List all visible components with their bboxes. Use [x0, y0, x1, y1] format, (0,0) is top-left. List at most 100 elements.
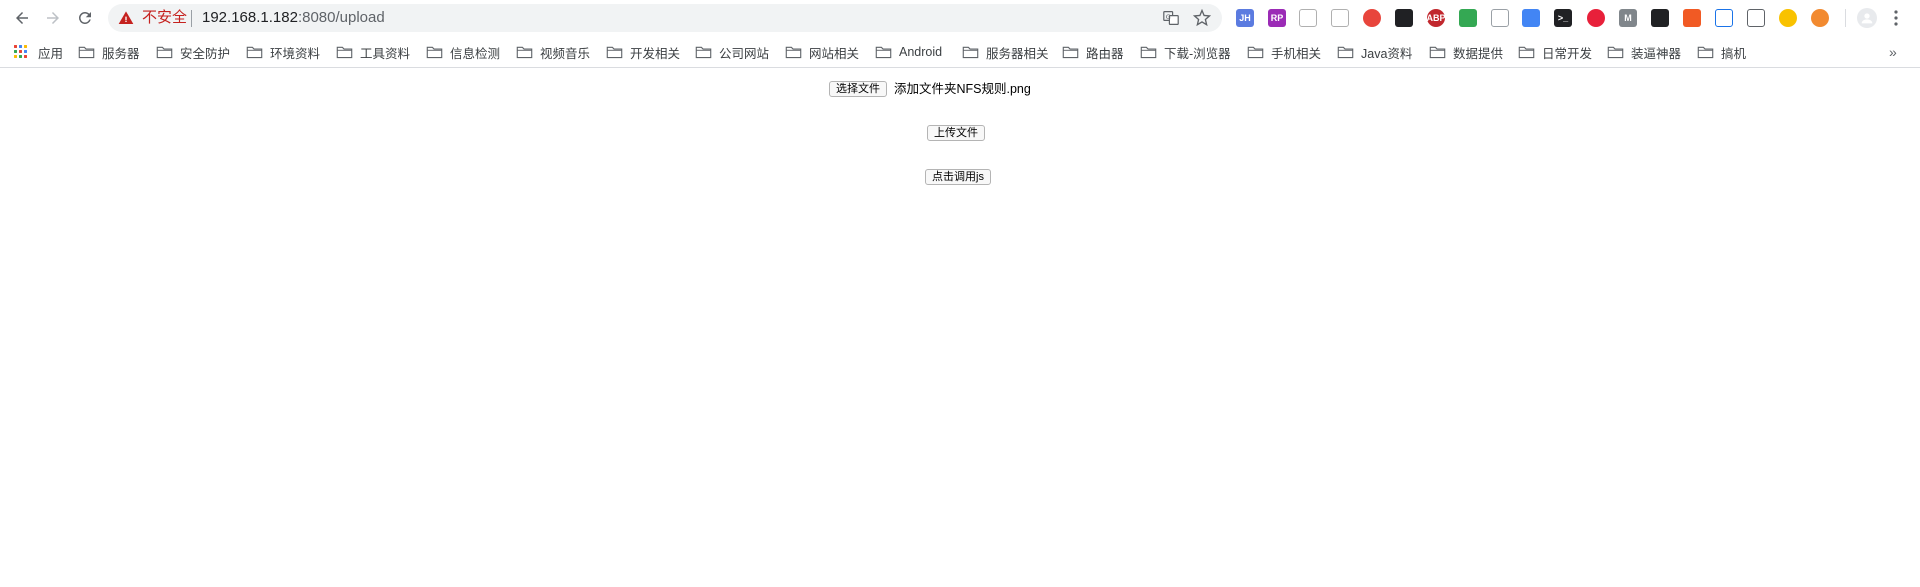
apps-grid-icon	[14, 45, 28, 59]
folder-icon	[1337, 46, 1354, 59]
bookmark-folder-label: 手机相关	[1271, 46, 1322, 61]
bookmark-folder-label: 工具资料	[360, 46, 411, 61]
browser-toolbar: 不安全 192.168.1.182:8080/upload G JH RP ABP >…	[0, 0, 1920, 36]
bookmark-folder-label: 服务器	[102, 46, 140, 61]
forward-arrow-icon	[47, 12, 59, 24]
forward-button[interactable]	[39, 4, 67, 32]
reload-button[interactable]	[71, 4, 99, 32]
folder-icon	[1140, 46, 1157, 59]
bookmark-folder[interactable]: 安全防护	[156, 43, 230, 61]
translate-icon[interactable]: G	[1162, 9, 1180, 27]
bookmark-folder[interactable]: 装逼神器	[1607, 43, 1681, 61]
ghost-extension-icon[interactable]	[1395, 9, 1413, 27]
folder-icon	[1697, 46, 1714, 59]
jh-extension-icon[interactable]: JH	[1236, 9, 1254, 27]
fox-extension-icon[interactable]	[1491, 9, 1509, 27]
bookmark-folder-label: 服务器相关	[986, 46, 1049, 61]
folder-icon	[695, 46, 712, 59]
wave-extension-icon[interactable]	[1715, 9, 1733, 27]
bookmark-folder-label: Android	[899, 45, 943, 59]
adblock-plus-extension-icon[interactable]: ABP	[1427, 9, 1446, 27]
bookmark-folder[interactable]: Android	[875, 43, 942, 61]
bookmark-folder-label: 数据提供	[1453, 46, 1504, 61]
bookmark-folder-label: 搞机	[1721, 46, 1747, 61]
bookmark-star-icon[interactable]	[1193, 9, 1211, 27]
menu-kebab-icon[interactable]	[1887, 9, 1905, 27]
page-content: 选择文件 添加文件夹NFS规则.png 上传文件 点击调用js	[0, 69, 1920, 587]
bookmark-folder-label: 日常开发	[1542, 46, 1593, 61]
yellow-circle-extension-icon[interactable]	[1779, 9, 1797, 27]
toolbar-divider	[1845, 9, 1846, 27]
bookmark-folder[interactable]: 服务器	[78, 43, 140, 61]
bookmark-apps[interactable]: 应用	[14, 43, 63, 61]
eraser-extension-icon[interactable]	[1747, 9, 1765, 27]
folder-icon	[1247, 46, 1264, 59]
bookmark-folder[interactable]: 手机相关	[1247, 43, 1321, 61]
bookmark-folder[interactable]: 服务器相关	[962, 43, 1049, 61]
square-extension-icon[interactable]	[1651, 9, 1669, 27]
bookmark-folder-label: 下载-浏览器	[1164, 46, 1231, 61]
bookmark-folder-label: 环境资料	[270, 46, 321, 61]
jetbrains-extension-icon[interactable]: RP	[1268, 9, 1286, 27]
folder-icon	[516, 46, 533, 59]
frame-extension-icon[interactable]	[1331, 9, 1349, 27]
bookmark-folder-label: 公司网站	[719, 46, 770, 61]
folder-icon	[336, 46, 353, 59]
url-text[interactable]: 192.168.1.182:8080/upload	[202, 10, 385, 26]
folder-icon	[156, 46, 173, 59]
folder-icon	[1429, 46, 1446, 59]
orange-x-extension-icon[interactable]	[1811, 9, 1829, 27]
bookmarks-bar: 应用 服务器 安全防护 环境资料 工具资料 信息检测 视频音乐 开发相关 公司网站 网站相关 An…	[0, 36, 1920, 68]
bookmark-folder[interactable]: 开发相关	[606, 43, 680, 61]
bookmark-folder[interactable]: 搞机	[1697, 43, 1746, 61]
url-path: :8080/upload	[297, 9, 385, 26]
folder-icon	[875, 46, 892, 59]
bookmark-folder[interactable]: Java资料	[1337, 43, 1412, 61]
bookmark-folder-label: Java资料	[1361, 46, 1413, 61]
bookmark-folder[interactable]: 公司网站	[695, 43, 769, 61]
bookmark-folder[interactable]: 下载-浏览器	[1140, 43, 1231, 61]
terminal-extension-icon[interactable]: >_	[1554, 9, 1572, 27]
folder-icon	[1607, 46, 1624, 59]
selected-file-name: 添加文件夹NFS规则.png	[894, 82, 1031, 96]
not-secure-label[interactable]: 不安全	[142, 10, 187, 26]
call-js-button[interactable]: 点击调用js	[925, 169, 991, 185]
reload-icon	[78, 11, 91, 24]
bookmark-folder-label: 信息检测	[450, 46, 501, 61]
upload-file-button[interactable]: 上传文件	[927, 125, 985, 141]
shield-extension-icon[interactable]	[1459, 9, 1477, 27]
profile-avatar[interactable]	[1857, 8, 1877, 28]
back-button[interactable]	[8, 4, 36, 32]
bookmark-folder-label: 装逼神器	[1631, 46, 1682, 61]
youtube-extension-icon[interactable]	[1587, 9, 1605, 27]
warning-icon[interactable]	[118, 10, 134, 26]
bookmark-folder-label: 网站相关	[809, 46, 860, 61]
svg-text:G: G	[1166, 13, 1171, 21]
bookmark-folder[interactable]: 日常开发	[1518, 43, 1592, 61]
folder-icon	[426, 46, 443, 59]
bookmark-folder[interactable]: 信息检测	[426, 43, 500, 61]
red-circle-extension-icon[interactable]	[1363, 9, 1381, 27]
bookmark-folder[interactable]: 工具资料	[336, 43, 410, 61]
bookmark-folder-label: 开发相关	[630, 46, 681, 61]
sitemap-extension-icon[interactable]	[1299, 9, 1317, 27]
choose-file-button[interactable]: 选择文件	[829, 81, 887, 97]
bookmark-folder[interactable]: 数据提供	[1429, 43, 1503, 61]
folder-icon	[962, 46, 979, 59]
address-divider	[191, 10, 192, 27]
bookmark-apps-label: 应用	[38, 46, 64, 61]
bookmark-folder[interactable]: 网站相关	[785, 43, 859, 61]
bookmark-folder-label: 路由器	[1086, 46, 1124, 61]
back-arrow-icon	[16, 12, 28, 24]
more-bookmarks-chevron[interactable]: »	[1889, 44, 1897, 60]
bookmark-folder[interactable]: 路由器	[1062, 43, 1124, 61]
folder-icon	[1062, 46, 1079, 59]
m-extension-icon[interactable]: M	[1619, 9, 1637, 27]
folder-icon	[606, 46, 623, 59]
chrome-extension-icon[interactable]	[1522, 9, 1540, 27]
address-bar[interactable]: 不安全 192.168.1.182:8080/upload G	[108, 4, 1222, 32]
bookmark-folder[interactable]: 视频音乐	[516, 43, 590, 61]
folder-icon	[78, 46, 95, 59]
translate-extension-icon[interactable]	[1683, 9, 1701, 27]
bookmark-folder[interactable]: 环境资料	[246, 43, 320, 61]
